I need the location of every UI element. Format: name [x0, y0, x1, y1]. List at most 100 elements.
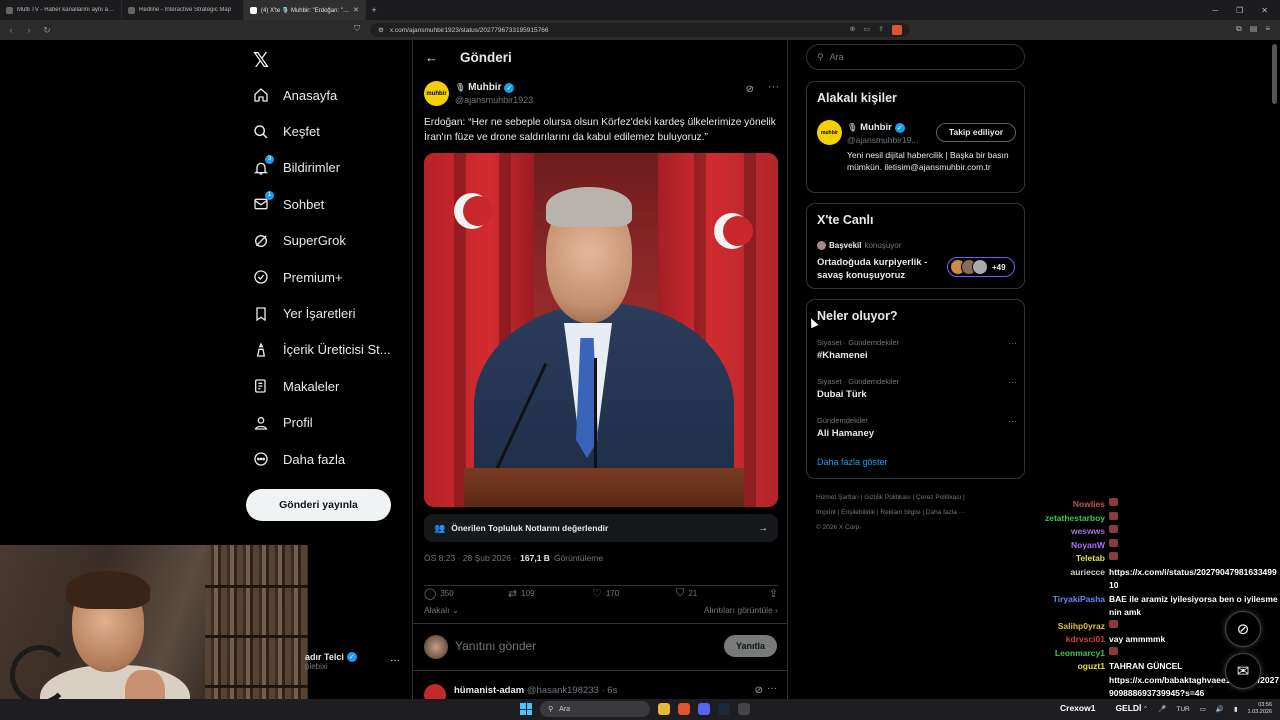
- bookmark-page-icon[interactable]: ⛉: [354, 24, 360, 34]
- chat-username[interactable]: Leonmarcy1: [1030, 647, 1105, 661]
- more-icon[interactable]: ···: [768, 81, 779, 93]
- url-field[interactable]: ⚙ x.com/ajansmuhbir1923/status/202779673…: [370, 23, 910, 37]
- more-icon[interactable]: ···: [1008, 338, 1017, 348]
- reply-button[interactable]: Yanıtla: [724, 635, 777, 657]
- trend-item[interactable]: Siyaset · Gündemdekiler #Khamenei ···: [817, 338, 1017, 361]
- battery-icon[interactable]: ▮: [1234, 705, 1238, 713]
- grok-icon[interactable]: ⊘: [755, 685, 763, 696]
- reply-author-name[interactable]: hümanist-adam: [454, 685, 524, 696]
- grok-icon[interactable]: ⊘: [746, 84, 754, 95]
- sidebar-item-premium[interactable]: Premium+: [252, 259, 391, 295]
- maximize-icon[interactable]: ❐: [1236, 6, 1243, 15]
- avatar[interactable]: muhbir: [424, 81, 449, 106]
- windows-start-icon[interactable]: [520, 703, 532, 715]
- share-icon[interactable]: ⇪: [878, 25, 884, 35]
- forward-icon[interactable]: ›: [24, 25, 34, 35]
- chat-username[interactable]: Salihp0yraz: [1030, 620, 1105, 634]
- community-notes-prompt[interactable]: 👥 Önerilen Topluluk Notlarını değerlendi…: [424, 514, 778, 542]
- sidebar-item-supergrok[interactable]: SuperGrok: [252, 223, 391, 259]
- messages-fab-button[interactable]: ✉: [1225, 653, 1261, 689]
- close-icon[interactable]: ✕: [353, 6, 359, 14]
- back-icon[interactable]: ‹: [6, 25, 16, 35]
- cast-icon[interactable]: ▭: [864, 25, 871, 35]
- back-arrow-icon[interactable]: ←: [425, 50, 438, 65]
- tweet-time[interactable]: ÖS 8:23 · 28 Şub 2026 ·: [424, 553, 516, 563]
- clock[interactable]: 03:56 1.03.2026: [1248, 702, 1272, 716]
- close-window-icon[interactable]: ✕: [1261, 6, 1268, 15]
- trend-item[interactable]: Gündemdekiler Ali Hamaney ···: [817, 416, 1017, 439]
- sidebar-item-chat[interactable]: 1 Sohbet: [252, 186, 391, 222]
- reload-icon[interactable]: ↻: [42, 25, 52, 36]
- more-icon[interactable]: ···: [390, 655, 400, 666]
- show-more-link[interactable]: Daha fazla göster: [817, 457, 888, 467]
- sort-dropdown[interactable]: Alakalı ⌄: [424, 605, 459, 616]
- browser-tab[interactable]: Multi TV - Haber kanallarını aynı anda: [0, 0, 122, 20]
- sidebar-item-bookmarks[interactable]: Yer İşaretleri: [252, 295, 391, 331]
- following-button[interactable]: Takip ediliyor: [936, 123, 1016, 142]
- footer-line[interactable]: Hizmet Şartları | Gizlilik Politikası | …: [816, 490, 1016, 505]
- chat-username[interactable]: NoyanW: [1030, 539, 1105, 553]
- chat-username[interactable]: Nowlies: [1030, 498, 1105, 512]
- chat-username[interactable]: auriecce: [1030, 566, 1106, 593]
- grok-fab-button[interactable]: ⊘: [1225, 611, 1261, 647]
- new-tab-button[interactable]: +: [366, 5, 382, 15]
- retweet-action[interactable]: ⇄ 109: [508, 587, 592, 600]
- share-icon[interactable]: ⇪: [769, 587, 778, 600]
- author-handle[interactable]: @ajansmuhbir1923: [455, 95, 533, 105]
- chat-username[interactable]: TiryakiPasha: [1030, 593, 1105, 620]
- view-quotes-link[interactable]: Alıntıları görüntüle ›: [704, 605, 778, 616]
- account-switcher[interactable]: adır Telci ✓ plebixi ···: [305, 652, 405, 671]
- volume-icon[interactable]: 🔊: [1216, 705, 1224, 713]
- taskbar-search[interactable]: ⚲ Ara: [540, 701, 650, 717]
- brave-shield-icon[interactable]: [892, 25, 902, 35]
- footer-line[interactable]: Imprint | Erişilebilirlik | Reklam bilgi…: [816, 505, 1016, 520]
- live-topic[interactable]: Ortadoğuda kurpiyerlik - savaş konuşuyor…: [817, 256, 942, 282]
- related-handle[interactable]: @ajansmuhbir19...: [847, 135, 918, 145]
- brave-browser-icon[interactable]: [678, 703, 690, 715]
- sidebar-item-notifications[interactable]: 3 Bildirimler: [252, 150, 391, 186]
- sidebar-item-explore[interactable]: Keşfet: [252, 113, 391, 149]
- search-input[interactable]: ⚲ Ara: [806, 44, 1025, 70]
- chat-username[interactable]: Teletab: [1030, 552, 1105, 566]
- tweet-photo[interactable]: [424, 153, 778, 507]
- avatar[interactable]: muhbir: [817, 120, 842, 145]
- like-action[interactable]: ♡ 170: [592, 587, 676, 600]
- x-logo-icon[interactable]: 𝕏: [253, 48, 269, 73]
- chat-username[interactable]: [1030, 674, 1105, 701]
- bookmark-action[interactable]: ⛉ 21: [676, 587, 760, 600]
- more-icon[interactable]: ···: [1008, 377, 1017, 387]
- scrollbar[interactable]: [1272, 44, 1277, 104]
- more-icon[interactable]: ···: [1008, 416, 1017, 426]
- menu-icon[interactable]: ≡: [1265, 24, 1270, 34]
- file-explorer-icon[interactable]: [658, 703, 670, 715]
- chevron-up-icon[interactable]: ⌃: [1143, 705, 1148, 713]
- sidebar-item-more[interactable]: Daha fazla: [252, 441, 391, 477]
- browser-tab[interactable]: Redline - Interactive Strategic Map: [122, 0, 244, 20]
- chat-username[interactable]: weswws: [1030, 525, 1105, 539]
- sidebar-item-creator-studio[interactable]: İçerik Üreticisi St...: [252, 332, 391, 368]
- microphone-icon[interactable]: 🎤: [1158, 705, 1166, 713]
- browser-tab-active[interactable]: (4) X'te 🎙️ Muhbir: "Erdoğan: "Her ✕: [244, 0, 366, 20]
- sidebar-item-home[interactable]: Anasayfa: [252, 77, 391, 113]
- network-icon[interactable]: ▭: [1200, 705, 1206, 713]
- language-indicator[interactable]: TUR: [1176, 706, 1189, 713]
- chat-username[interactable]: kdrvsci01: [1030, 633, 1105, 647]
- author-name-row[interactable]: 🎙 Muhbir ✓: [455, 82, 515, 93]
- live-listeners-pill[interactable]: +49: [947, 257, 1015, 277]
- reply-input[interactable]: Yanıtını gönder: [455, 639, 536, 653]
- discord-icon[interactable]: [698, 703, 710, 715]
- post-button[interactable]: Gönderi yayınla: [246, 489, 391, 521]
- reply-action[interactable]: ◯ 350: [424, 587, 508, 600]
- minimize-icon[interactable]: ─: [1212, 6, 1218, 15]
- zoom-icon[interactable]: ⊕: [850, 25, 856, 35]
- site-info-icon[interactable]: ⚙: [378, 26, 384, 34]
- sidebar-item-articles[interactable]: Makaleler: [252, 368, 391, 404]
- wallet-icon[interactable]: ▤: [1250, 24, 1258, 34]
- sidebar-item-profile[interactable]: Profil: [252, 405, 391, 441]
- extensions-icon[interactable]: ⧉: [1236, 24, 1242, 34]
- chat-username[interactable]: oguzt1: [1030, 660, 1105, 674]
- more-icon[interactable]: ···: [767, 683, 777, 694]
- related-name-row[interactable]: 🎙 Muhbir ✓: [847, 122, 905, 133]
- trend-item[interactable]: Siyaset · Gündemdekiler Dubai Türk ···: [817, 377, 1017, 400]
- live-host[interactable]: Başvekil konuşuyor: [817, 241, 901, 250]
